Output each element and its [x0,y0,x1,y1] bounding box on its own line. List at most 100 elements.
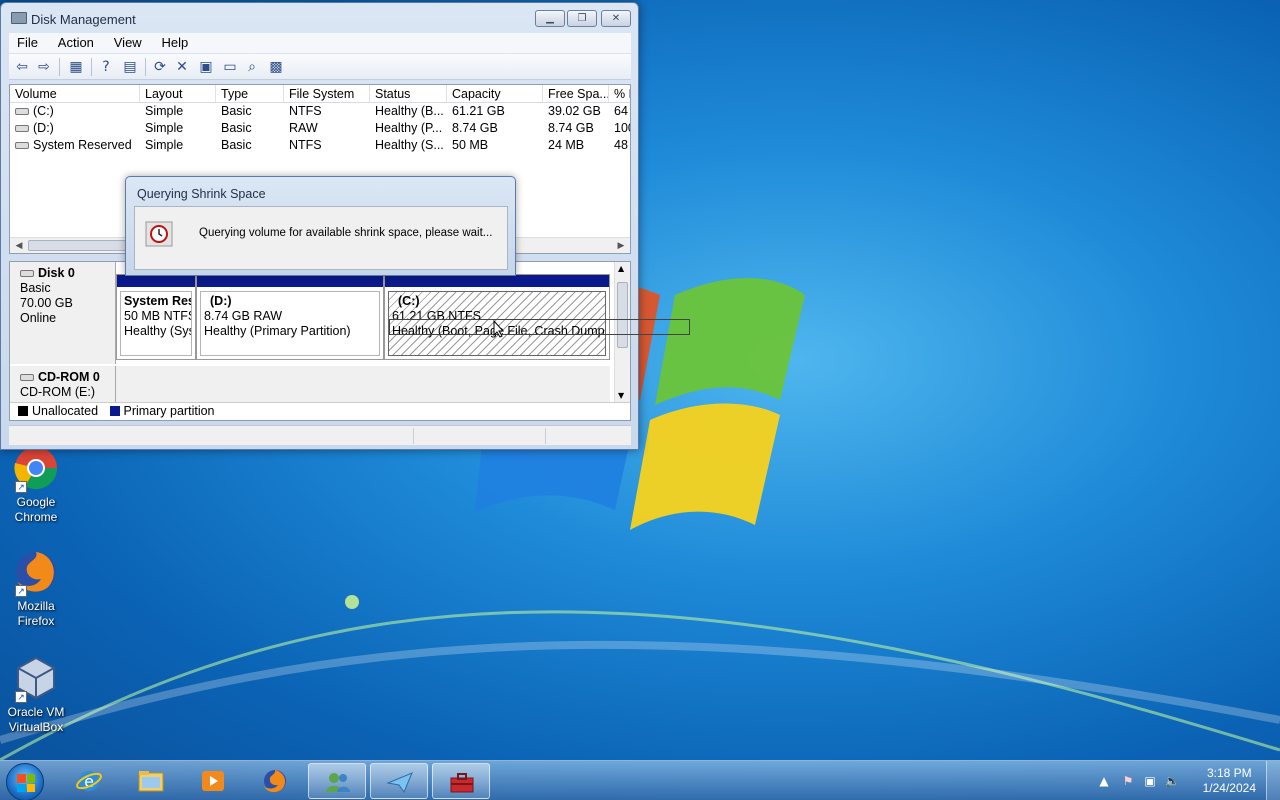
scroll-up-icon[interactable]: ▲ [618,264,624,273]
table-row[interactable]: (C:) Simple Basic NTFS Healthy (B... 61.… [10,103,630,120]
action-center-flag-icon[interactable]: ⚑ [1120,773,1136,789]
drive-icon [15,142,29,150]
back-arrow-icon[interactable]: ⇦ [13,59,31,75]
firefox-icon [264,770,286,793]
scrollbar-thumb[interactable] [617,282,628,348]
column-type[interactable]: Type [216,85,284,103]
start-button[interactable] [6,763,44,800]
table-row[interactable]: System Reserved Simple Basic NTFS Health… [10,137,630,154]
taskbar-users-app[interactable] [308,763,366,799]
cell-file-system: NTFS [289,104,322,118]
unallocated-swatch [18,406,28,416]
properties-icon[interactable]: ▤ [121,59,139,75]
partition-c[interactable]: (C:) 61.21 GB NTFS Healthy (Boot, Page F… [384,274,610,360]
chrome-icon: ↗ [13,445,59,493]
shortcut-arrow-icon: ↗ [15,691,27,703]
table-row[interactable]: (D:) Simple Basic RAW Healthy (P... 8.74… [10,120,630,137]
menu-help[interactable]: Help [154,33,197,53]
cell-capacity: 61.21 GB [452,104,505,118]
disk-management-app-icon [11,12,27,24]
menu-view[interactable]: View [106,33,150,53]
taskbar-media-player[interactable] [184,763,242,799]
desktop-icon-firefox[interactable]: ↗ Mozilla Firefox [4,549,68,629]
cdrom-icon [20,374,34,382]
cdrom-name: CD-ROM 0 [38,370,100,384]
cell-free-space: 24 MB [548,138,585,152]
maximize-button[interactable]: ❐ [567,10,597,27]
cell-layout: Simple [145,104,184,118]
clock[interactable]: 3:18 PM 1/24/2024 [1203,766,1256,796]
column-file-system[interactable]: File System [284,85,370,103]
window-titlebar[interactable]: Disk Management ▁ ❐ ✕ [1,3,638,33]
cell-percent-free: 64 [614,104,628,118]
open-folder-icon[interactable]: ▭ [221,59,239,75]
menu-action[interactable]: Action [50,33,102,53]
toolbar: ⇦ ⇨ ▦ ? ▤ ⟳ ✕ ▣ ▭ ⌕ ▩ [9,54,631,80]
window-title: Disk Management [31,12,136,27]
taskbar-firefox[interactable] [246,763,304,799]
minimize-button[interactable]: ▁ [535,10,565,27]
taskbar-computer-management[interactable] [432,763,490,799]
taskbar-remote-app[interactable] [370,763,428,799]
status-bar-divider [413,428,414,444]
partition-size: 50 MB NTFS [124,309,192,323]
column-layout[interactable]: Layout [140,85,216,103]
mouse-cursor-icon [493,320,505,338]
show-hide-console-tree-icon[interactable]: ▦ [67,59,85,75]
toolbar-separator [59,58,60,76]
help-icon[interactable]: ? [97,59,115,75]
scroll-down-icon[interactable]: ▼ [618,391,624,400]
disk-legend: Unallocated Primary partition [10,402,630,420]
scrollbar-thumb[interactable] [28,240,128,251]
primary-partition-bar [197,275,383,287]
refresh-icon[interactable]: ⟳ [151,59,169,75]
primary-partition-bar [117,275,195,287]
partition-d[interactable]: (D:) 8.74 GB RAW Healthy (Primary Partit… [196,274,384,360]
cell-type: Basic [221,138,252,152]
network-icon[interactable]: ▣ [1142,773,1158,789]
show-desktop-button[interactable] [1266,761,1280,800]
disk-settings-icon[interactable]: ▩ [267,59,285,75]
cell-capacity: 8.74 GB [452,121,498,135]
delete-icon[interactable]: ✕ [173,59,191,75]
desktop-icon-chrome[interactable]: ↗ Google Chrome [4,445,68,525]
disk-kind: Basic [20,281,51,295]
desktop-icon-virtualbox[interactable]: ↗ Oracle VM VirtualBox [4,655,68,735]
disk-name: Disk 0 [38,266,75,280]
properties-sheet-icon[interactable]: ▣ [197,59,215,75]
forward-arrow-icon[interactable]: ⇨ [35,59,53,75]
taskbar-internet-explorer[interactable]: e [60,763,118,799]
clock-date: 1/24/2024 [1202,781,1256,795]
volume-muted-icon[interactable]: 🔈 [1164,773,1180,789]
partition-system-reserved[interactable]: System Res 50 MB NTFS Healthy (Sys [116,274,196,360]
column-free-space[interactable]: Free Spa... [543,85,609,103]
disk-0-label[interactable]: Disk 0 Basic 70.00 GB Online [10,262,116,364]
taskbar-file-explorer[interactable] [122,763,180,799]
column-percent-free[interactable]: % F [609,85,630,103]
shortcut-arrow-icon: ↗ [15,481,27,493]
scroll-right-icon[interactable]: ▶ [614,239,628,253]
show-hidden-icons-icon[interactable]: ▲ [1096,773,1112,789]
column-capacity[interactable]: Capacity [447,85,543,103]
explore-icon[interactable]: ⌕ [243,59,261,75]
cell-status: Healthy (S... [375,138,444,152]
taskbar: e ▲ ⚑ ▣ 🔈 3:18 PM 1/24/2024 [0,760,1280,800]
drag-selection-outline [389,319,690,335]
column-volume[interactable]: Volume [10,85,140,103]
column-status[interactable]: Status [370,85,447,103]
cell-layout: Simple [145,138,184,152]
cell-free-space: 8.74 GB [548,121,594,135]
shortcut-arrow-icon: ↗ [15,585,27,597]
close-button[interactable]: ✕ [601,10,631,27]
cdrom-0-label[interactable]: CD-ROM 0 CD-ROM (E:) [10,366,116,402]
disk-state: Online [20,311,57,325]
cdrom-0-area[interactable] [116,366,610,402]
folder-icon [138,771,164,792]
cell-status: Healthy (P... [375,121,443,135]
firefox-icon: ↗ [13,549,59,597]
cell-type: Basic [221,104,252,118]
menu-file[interactable]: File [9,33,46,53]
users-icon [326,773,350,792]
partition-size: 8.74 GB RAW [204,309,283,323]
scroll-left-icon[interactable]: ◀ [12,239,26,253]
